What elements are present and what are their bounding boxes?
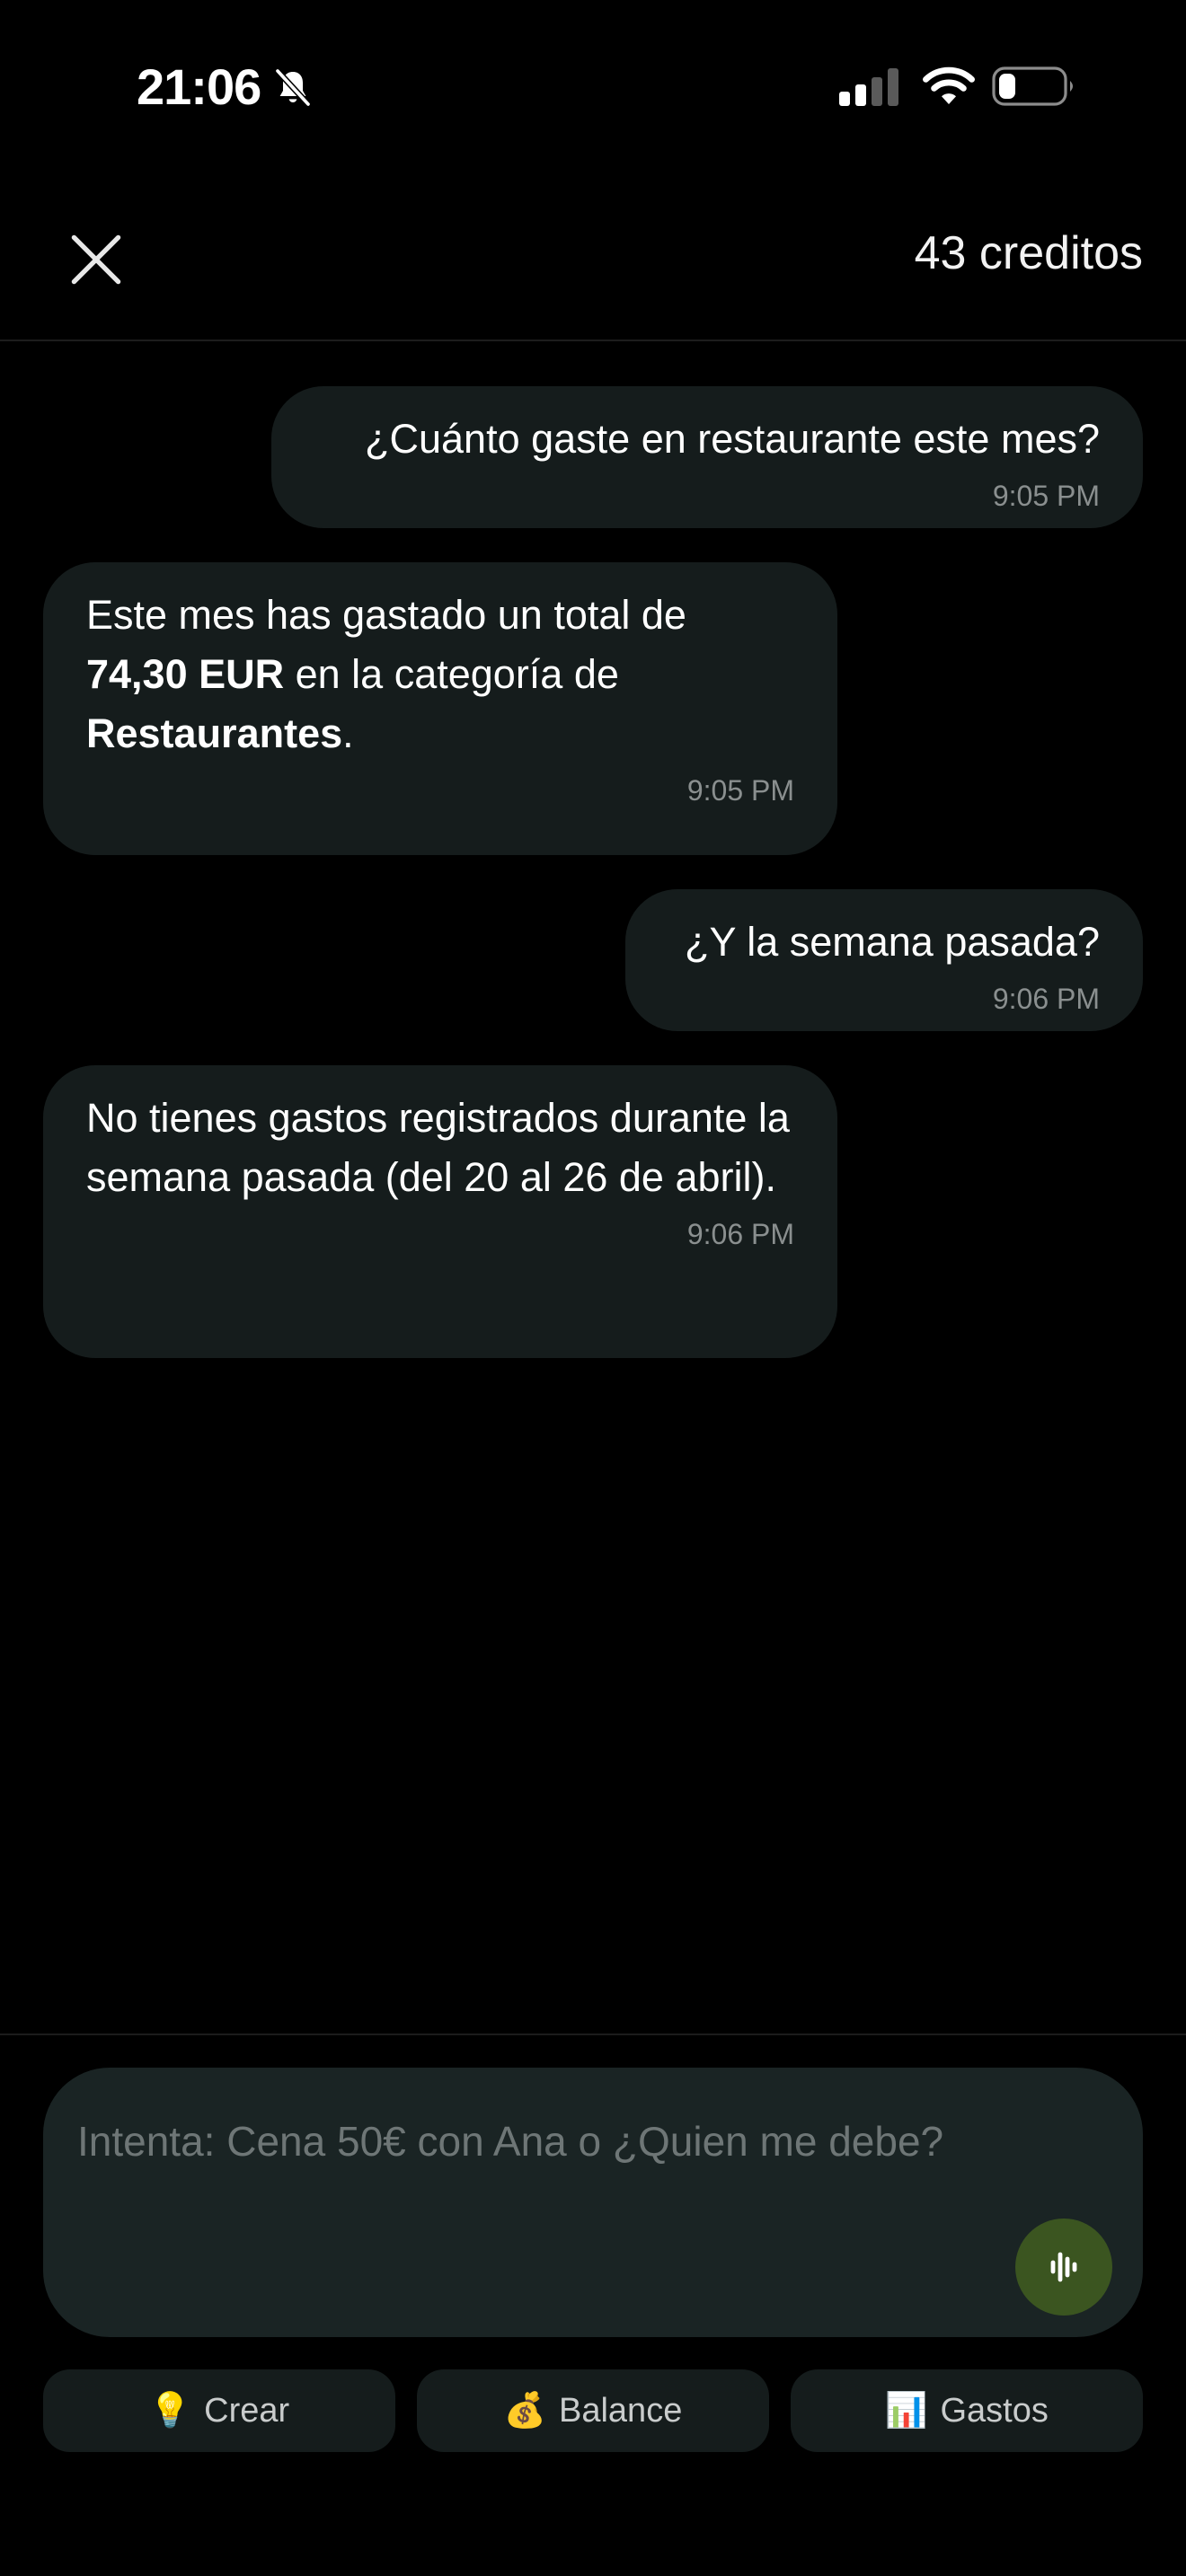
assistant-message: Este mes has gastado un total de 74,30 E… (43, 562, 837, 855)
user-message: ¿Cuánto gaste en restaurante este mes? 9… (271, 386, 1143, 528)
status-bar: 21:06 (0, 0, 1186, 171)
bar-chart-icon: 📊 (885, 2392, 928, 2430)
quick-action-label: Crear (204, 2391, 290, 2430)
message-input[interactable] (75, 2107, 1103, 2175)
message-text: ¿Cuánto gaste en restaurante este mes? (365, 416, 1100, 462)
composer-divider (0, 2033, 1186, 2035)
quick-action-gastos[interactable]: 📊 Gastos (791, 2369, 1143, 2452)
battery-icon (992, 66, 1073, 106)
voice-input-button[interactable] (1015, 2219, 1112, 2316)
voice-wave-icon (1050, 2252, 1077, 2282)
credits-counter: 43 creditos (914, 227, 1143, 279)
chat-screen: 21:06 43 creditos ¿Cuánto gaste en resta… (0, 0, 1186, 2576)
message-time: 9:05 PM (686, 774, 794, 807)
message-text: Este mes has gastado un total de 74,30 E… (86, 592, 686, 756)
category-name: Restaurantes (86, 710, 343, 756)
bell-slash-icon (275, 68, 311, 107)
message-text: No tienes gastos registrados durante la … (86, 1095, 790, 1200)
user-message: ¿Y la semana pasada? 9:06 PM (625, 889, 1143, 1031)
message-composer (43, 2068, 1143, 2337)
message-time: 9:06 PM (686, 1218, 794, 1250)
assistant-message: No tienes gastos registrados durante la … (43, 1065, 837, 1358)
quick-action-label: Balance (559, 2391, 683, 2430)
close-icon[interactable] (59, 223, 133, 296)
message-text: ¿Y la semana pasada? (685, 919, 1100, 965)
quick-action-label: Gastos (940, 2391, 1049, 2430)
money-bag-icon: 💰 (503, 2392, 546, 2430)
signal-icon (839, 68, 898, 106)
wifi-icon (923, 66, 975, 104)
status-time: 21:06 (137, 58, 261, 115)
message-time: 9:06 PM (992, 983, 1100, 1015)
lightbulb-icon: 💡 (148, 2392, 192, 2430)
amount-value: 74,30 EUR (86, 651, 285, 697)
quick-action-crear[interactable]: 💡 Crear (43, 2369, 395, 2452)
chat-header: 43 creditos (0, 171, 1186, 341)
message-time: 9:05 PM (992, 480, 1100, 512)
quick-action-balance[interactable]: 💰 Balance (417, 2369, 769, 2452)
